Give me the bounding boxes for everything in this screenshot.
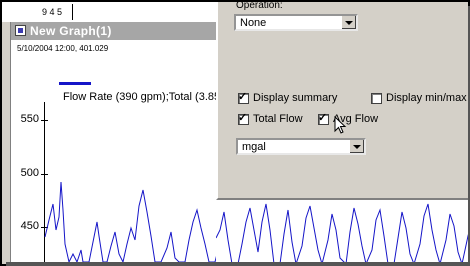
mouse-pointer-icon — [334, 116, 347, 134]
frame-shadow-bottom — [6, 262, 470, 266]
units-select[interactable]: mgal — [236, 138, 366, 155]
avg-flow-checkbox[interactable]: ✓ — [318, 112, 329, 125]
total-flow-label: Total Flow — [253, 113, 303, 125]
operation-select-value: None — [240, 17, 267, 29]
checkmark-icon: ✓ — [238, 112, 248, 124]
chevron-down-icon[interactable] — [349, 140, 364, 153]
operation-select[interactable]: None — [234, 14, 358, 31]
background-plot-area — [215, 200, 468, 264]
units-select-value: mgal — [242, 141, 266, 153]
display-summary-checkbox[interactable]: ✓ — [238, 91, 249, 104]
total-flow-checkbox[interactable]: ✓ — [238, 112, 249, 125]
background-flow-line — [215, 203, 468, 264]
operation-label: Operation: — [236, 0, 283, 11]
background-axis-tick — [72, 4, 73, 20]
checkmark-icon: ✓ — [318, 112, 328, 124]
screenshot-frame: 9 4 5 New Graph(1) 5/10/2004 12:00, 401.… — [0, 0, 470, 266]
chevron-down-icon[interactable] — [341, 16, 356, 29]
background-window-label: 9 4 5 — [42, 7, 63, 17]
display-minmax-label: Display min/max times — [386, 92, 468, 104]
display-minmax-checkbox[interactable] — [371, 93, 382, 104]
checkmark-icon: ✓ — [238, 91, 248, 103]
background-window: 9 4 5 — [2, 2, 232, 22]
display-summary-label: Display summary — [253, 92, 338, 104]
display-options-dialog: Operation: None ✓ Display summary Displa… — [216, 0, 468, 200]
